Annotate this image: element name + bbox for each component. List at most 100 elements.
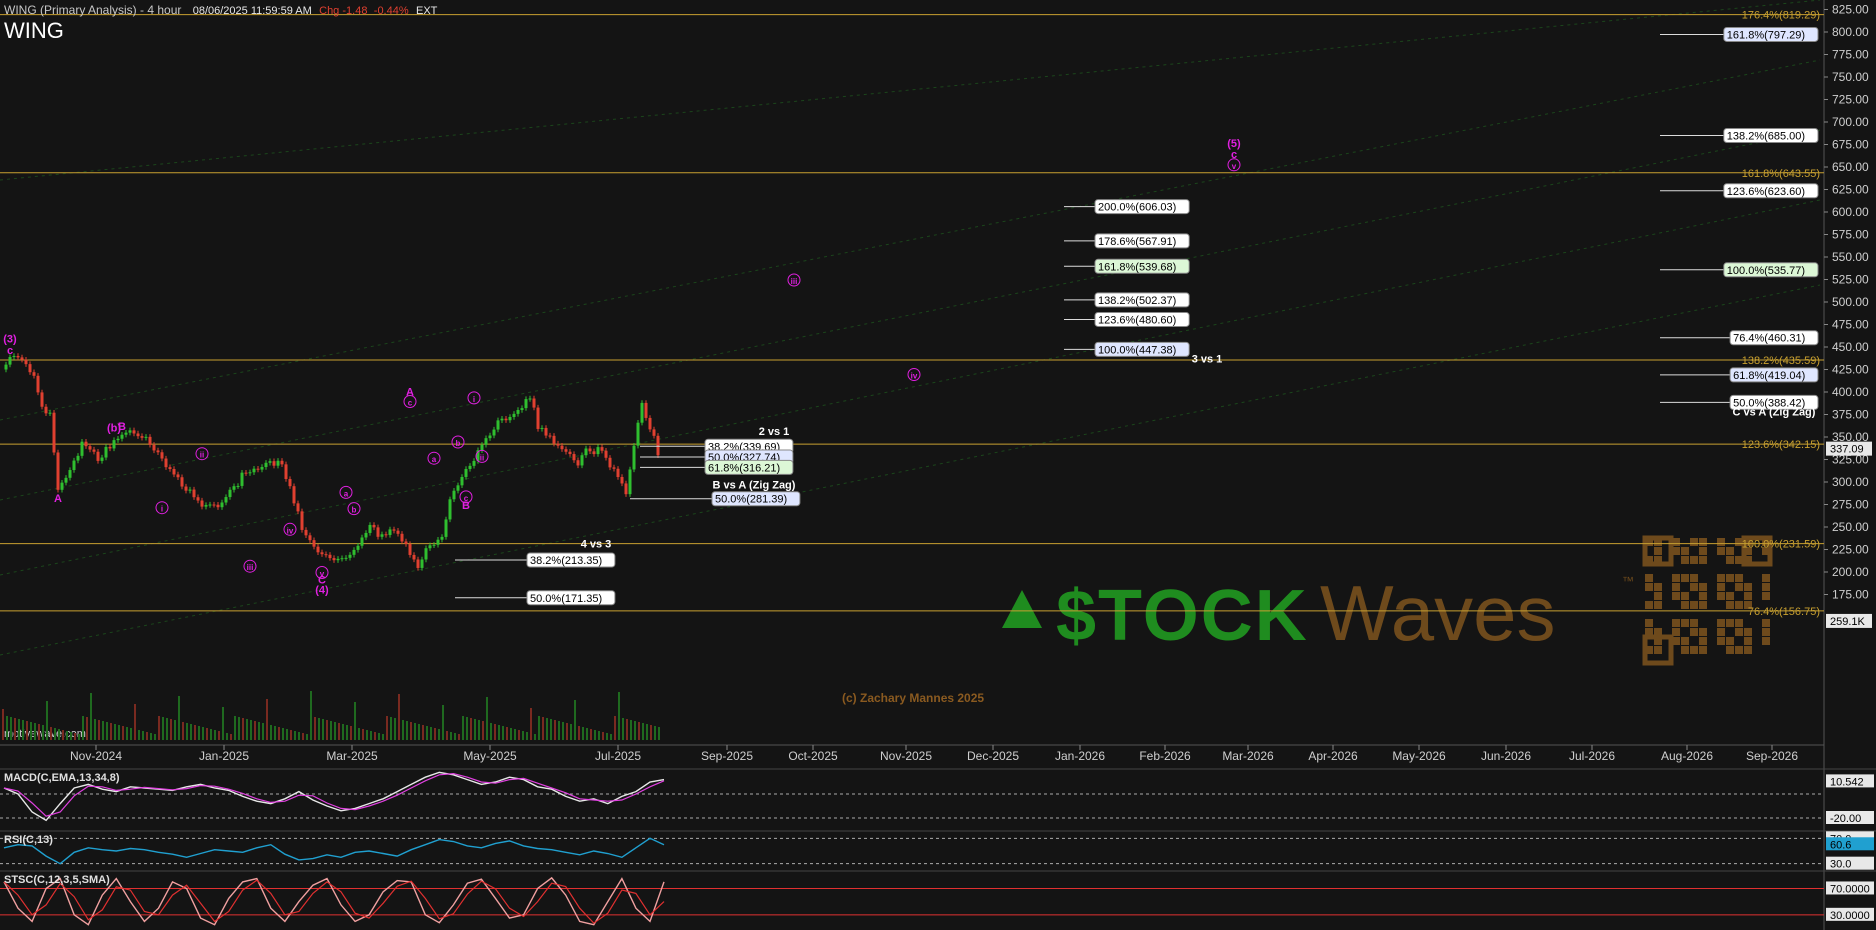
candle-body: [572, 454, 576, 461]
candle-body: [648, 417, 652, 430]
volume-bar: [506, 727, 508, 740]
volume-bar: [138, 730, 140, 740]
candle-body: [524, 399, 528, 409]
candle-body: [124, 432, 128, 435]
volume-bar: [306, 734, 308, 740]
candle-body: [24, 359, 28, 365]
volume-bar: [214, 730, 216, 740]
volume-bar: [78, 734, 80, 740]
volume-bar: [542, 717, 544, 740]
candle-body: [388, 529, 392, 535]
time-tick-label: May-2025: [463, 749, 517, 763]
candle-body: [560, 445, 564, 450]
volume-bar: [342, 724, 344, 740]
candle-body: [32, 372, 36, 376]
qr-code-cell: [1672, 619, 1680, 627]
volume-bar: [610, 734, 612, 740]
volume-bar: [494, 724, 496, 740]
time-tick-label: Oct-2025: [788, 749, 838, 763]
wave-label: a: [344, 489, 349, 498]
candle-body: [352, 549, 356, 555]
volume-bar: [122, 726, 124, 740]
candle-body: [44, 406, 48, 414]
volume-bar: [182, 722, 184, 740]
candle-body: [220, 502, 224, 508]
fib-box-label: 50.0%(171.35): [530, 593, 602, 605]
price-tick-label: 675.00: [1832, 138, 1869, 152]
volume-bar: [654, 726, 656, 740]
indicator-badge-label: 60.6: [1830, 839, 1851, 851]
volume-bar: [406, 721, 408, 740]
candle-body: [244, 472, 248, 474]
volume-bar: [98, 720, 100, 740]
indicator-title: STSC(C,12,3,5,SMA): [4, 874, 110, 886]
candle-body: [232, 486, 236, 490]
candle-body: [188, 489, 192, 491]
volume-bar: [162, 717, 164, 740]
qr-code-cell: [1735, 583, 1743, 591]
qr-code-cell: [1726, 592, 1734, 600]
volume-bar: [54, 728, 56, 740]
wave-label: b: [352, 506, 357, 515]
qr-code-cell: [1672, 592, 1680, 600]
fib-box-label: 138.2%(502.37): [1098, 295, 1176, 307]
fib-box-label: 76.4%(460.31): [1733, 333, 1805, 345]
time-tick-label: Sep-2026: [1746, 749, 1798, 763]
volume-bar: [58, 729, 60, 740]
candle-body: [520, 408, 524, 410]
price-tick-label: 425.00: [1832, 363, 1869, 377]
candle-body: [620, 477, 624, 484]
volume-bar: [210, 729, 212, 740]
volume-bar: [126, 727, 128, 740]
volume-bar: [650, 725, 652, 740]
group-label: 3 vs 1: [1192, 353, 1223, 365]
brand-stock-text: $TOCK: [1056, 576, 1309, 656]
candle-body: [444, 519, 448, 537]
indicator-badge-label: 30.0000: [1830, 910, 1870, 922]
volume-bar: [330, 721, 332, 740]
qr-code-cell: [1654, 583, 1662, 591]
candle-body: [432, 544, 436, 546]
time-tick-label: Sep-2025: [701, 749, 753, 763]
candle-body: [96, 451, 100, 461]
volume-bar: [394, 718, 396, 740]
volume-bar: [266, 699, 268, 740]
qr-code-cell: [1699, 637, 1707, 645]
qr-code-cell: [1681, 556, 1689, 564]
volume-bar: [314, 717, 316, 740]
price-tick-label: 450.00: [1832, 340, 1869, 354]
volume-bar: [334, 722, 336, 740]
qr-code-cell: [1699, 592, 1707, 600]
volume-bar: [234, 716, 236, 740]
candle-body: [68, 470, 72, 478]
candle-body: [88, 446, 92, 450]
candle-body: [424, 548, 428, 560]
qr-code-cell: [1672, 583, 1680, 591]
price-tick-label: 475.00: [1832, 318, 1869, 332]
volume-bar: [538, 716, 540, 740]
candle-body: [400, 533, 404, 542]
candle-body: [536, 407, 540, 429]
candle-body: [456, 485, 460, 491]
candle-body: [420, 559, 424, 568]
candle-body: [20, 357, 24, 360]
qr-code-cell: [1717, 619, 1725, 627]
candle-body: [340, 558, 344, 560]
volume-bar: [534, 734, 536, 740]
volume-bar: [294, 731, 296, 740]
qr-code-cell: [1681, 547, 1689, 555]
volume-bar: [510, 728, 512, 740]
volume-bar: [382, 734, 384, 740]
volume-bar: [566, 723, 568, 740]
volume-bar: [598, 731, 600, 740]
candle-body: [196, 497, 200, 501]
volume-bar: [62, 730, 64, 740]
volume-bar: [398, 694, 400, 740]
volume-bar: [550, 719, 552, 740]
qr-code-cell: [1681, 637, 1689, 645]
candle-body: [212, 504, 216, 506]
qr-code-cell: [1654, 646, 1662, 654]
candle-body: [236, 485, 240, 487]
candle-body: [228, 489, 232, 498]
site-watermark: motivewave.com: [4, 728, 86, 740]
